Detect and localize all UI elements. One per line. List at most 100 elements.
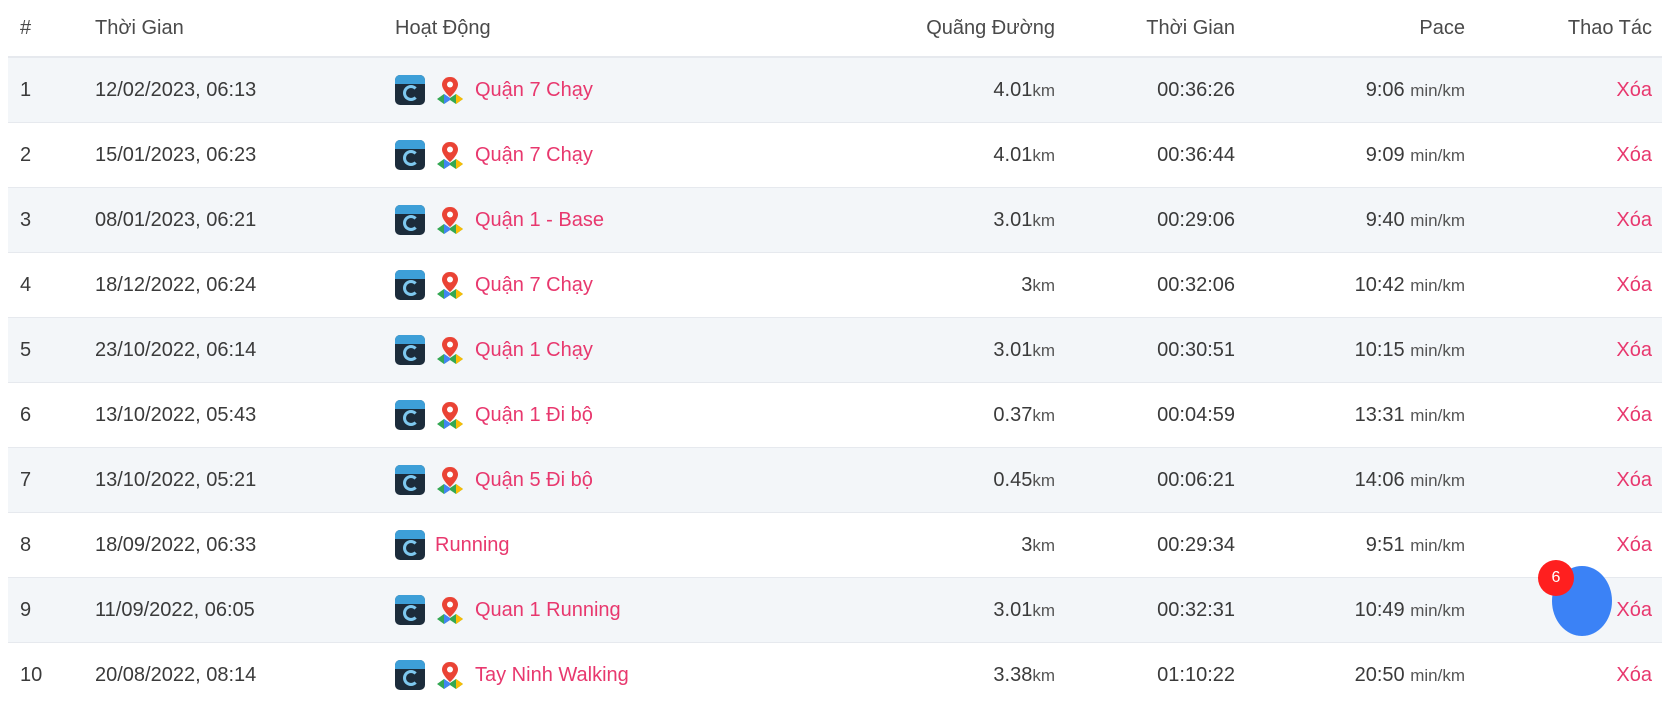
row-activity: Quận 7 Chạy — [395, 253, 855, 318]
row-distance: 4.01km — [855, 57, 1055, 123]
delete-button[interactable]: Xóa — [1616, 274, 1652, 296]
table-row: 418/12/2022, 06:24Quận 7 Chạy3km00:32:06… — [8, 253, 1662, 318]
activity-link[interactable]: Tay Ninh Walking — [475, 664, 629, 687]
activity-link[interactable]: Quận 1 - Base — [475, 209, 604, 232]
row-time: 11/09/2022, 06:05 — [95, 578, 395, 643]
app-icon[interactable] — [395, 205, 425, 235]
table-row: 613/10/2022, 05:43Quận 1 Đi bộ0.37km00:0… — [8, 383, 1662, 448]
map-icon — [435, 75, 465, 105]
row-number: 6 — [8, 383, 95, 448]
pace-value: 9:06 — [1366, 79, 1405, 101]
app-icon[interactable] — [395, 335, 425, 365]
activity-link[interactable]: Quận 1 Chạy — [475, 339, 593, 362]
row-duration: 00:36:26 — [1055, 57, 1235, 123]
row-action: Xóa — [1465, 188, 1662, 253]
pace-unit: min/km — [1410, 406, 1465, 425]
distance-value: 3.01 — [993, 209, 1032, 231]
row-pace: 20:50 min/km — [1235, 643, 1465, 707]
activity-link[interactable]: Quan 1 Running — [475, 599, 621, 622]
delete-button[interactable]: Xóa — [1616, 469, 1652, 491]
distance-value: 4.01 — [993, 79, 1032, 101]
pace-value: 9:51 — [1366, 534, 1405, 556]
pace-value: 10:49 — [1355, 599, 1405, 621]
row-time: 13/10/2022, 05:21 — [95, 448, 395, 513]
app-icon[interactable] — [395, 270, 425, 300]
row-number: 8 — [8, 513, 95, 578]
row-action: Xóa — [1465, 253, 1662, 318]
row-action: Xóa — [1465, 643, 1662, 707]
map-icon — [435, 140, 465, 170]
row-number: 1 — [8, 57, 95, 123]
pace-value: 9:09 — [1366, 144, 1405, 166]
row-duration: 00:30:51 — [1055, 318, 1235, 383]
header-pace: Pace — [1235, 0, 1465, 57]
table-row: 1020/08/2022, 08:14Tay Ninh Walking3.38k… — [8, 643, 1662, 707]
row-time: 23/10/2022, 06:14 — [95, 318, 395, 383]
row-number: 10 — [8, 643, 95, 707]
row-duration: 00:29:34 — [1055, 513, 1235, 578]
delete-button[interactable]: Xóa — [1616, 144, 1652, 166]
distance-unit: km — [1032, 406, 1055, 425]
row-activity: Quận 1 - Base — [395, 188, 855, 253]
row-pace: 9:09 min/km — [1235, 123, 1465, 188]
header-duration: Thời Gian — [1055, 0, 1235, 57]
row-time: 18/09/2022, 06:33 — [95, 513, 395, 578]
row-duration: 00:36:44 — [1055, 123, 1235, 188]
row-number: 2 — [8, 123, 95, 188]
row-pace: 9:06 min/km — [1235, 57, 1465, 123]
app-icon[interactable] — [395, 140, 425, 170]
row-action: Xóa — [1465, 57, 1662, 123]
table-row: 215/01/2023, 06:23Quận 7 Chạy4.01km00:36… — [8, 123, 1662, 188]
delete-button[interactable]: Xóa — [1616, 209, 1652, 231]
row-pace: 14:06 min/km — [1235, 448, 1465, 513]
delete-button[interactable]: Xóa — [1616, 599, 1652, 621]
distance-unit: km — [1032, 601, 1055, 620]
delete-button[interactable]: Xóa — [1616, 339, 1652, 361]
delete-button[interactable]: Xóa — [1616, 79, 1652, 101]
map-icon — [435, 595, 465, 625]
activity-link[interactable]: Quận 1 Đi bộ — [475, 404, 593, 427]
delete-button[interactable]: Xóa — [1616, 664, 1652, 686]
delete-button[interactable]: Xóa — [1616, 534, 1652, 556]
distance-unit: km — [1032, 211, 1055, 230]
notification-badge[interactable]: 6 — [1538, 560, 1574, 596]
row-distance: 3.38km — [855, 643, 1055, 707]
distance-value: 3.38 — [993, 664, 1032, 686]
app-icon[interactable] — [395, 400, 425, 430]
distance-value: 0.45 — [993, 469, 1032, 491]
row-action: Xóa — [1465, 318, 1662, 383]
row-pace: 10:15 min/km — [1235, 318, 1465, 383]
activity-link[interactable]: Quận 7 Chạy — [475, 274, 593, 297]
app-icon[interactable] — [395, 660, 425, 690]
row-pace: 10:42 min/km — [1235, 253, 1465, 318]
pace-unit: min/km — [1410, 276, 1465, 295]
header-distance: Quãng Đường — [855, 0, 1055, 57]
pace-unit: min/km — [1410, 341, 1465, 360]
header-activity: Hoạt Động — [395, 0, 855, 57]
map-icon — [435, 335, 465, 365]
row-number: 5 — [8, 318, 95, 383]
app-icon[interactable] — [395, 465, 425, 495]
row-activity: Quận 1 Đi bộ — [395, 383, 855, 448]
table-row: 308/01/2023, 06:21Quận 1 - Base3.01km00:… — [8, 188, 1662, 253]
activity-link[interactable]: Quận 5 Đi bộ — [475, 469, 593, 492]
row-number: 7 — [8, 448, 95, 513]
app-icon[interactable] — [395, 595, 425, 625]
row-pace: 9:51 min/km — [1235, 513, 1465, 578]
row-distance: 3km — [855, 253, 1055, 318]
row-number: 3 — [8, 188, 95, 253]
activity-link[interactable]: Running — [435, 534, 510, 557]
header-num: # — [8, 0, 95, 57]
distance-value: 4.01 — [993, 144, 1032, 166]
distance-unit: km — [1032, 81, 1055, 100]
app-icon[interactable] — [395, 530, 425, 560]
pace-value: 20:50 — [1355, 664, 1405, 686]
row-activity: Quận 1 Chạy — [395, 318, 855, 383]
row-pace: 10:49 min/km — [1235, 578, 1465, 643]
activity-link[interactable]: Quận 7 Chạy — [475, 144, 593, 167]
pace-unit: min/km — [1410, 666, 1465, 685]
table-row: 713/10/2022, 05:21Quận 5 Đi bộ0.45km00:0… — [8, 448, 1662, 513]
app-icon[interactable] — [395, 75, 425, 105]
activity-link[interactable]: Quận 7 Chạy — [475, 79, 593, 102]
delete-button[interactable]: Xóa — [1616, 404, 1652, 426]
